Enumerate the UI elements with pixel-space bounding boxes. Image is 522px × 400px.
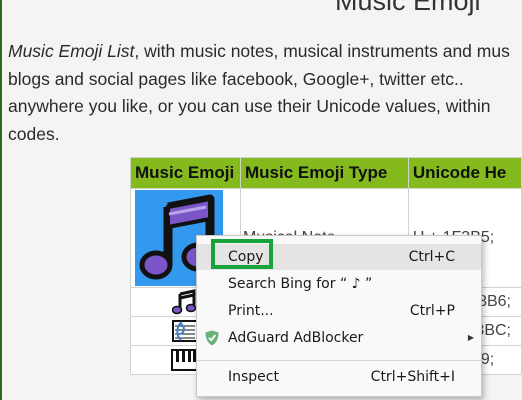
intro-line-2: blogs and social pages like facebook, Go… [8,68,464,89]
intro-emphasis: Music Emoji List [8,41,135,61]
intro-line-1: Music Emoji List, with music notes, musi… [8,41,510,61]
header-unicode: Unicode He [407,157,522,189]
page-title: Music Emoji [335,0,481,16]
intro-line-4: codes. [8,123,60,144]
menu-item-shortcut: Ctrl+C [408,249,455,265]
intro-line-3: anywhere you like, or you can use their … [8,96,491,116]
menu-item-search-bing[interactable]: Search Bing for “ ♪ ” [197,271,481,297]
menu-item-shortcut: Ctrl+P [409,303,455,319]
header-music-emoji: Music Emoji [130,157,241,189]
menu-item-label: AdGuard AdBlocker [228,330,364,346]
submenu-arrow-icon: ▶ [467,333,474,342]
menu-item-print[interactable]: Print... Ctrl+P [197,298,481,324]
multiple-musical-notes-icon[interactable] [172,289,198,315]
menu-item-adguard[interactable]: AdGuard AdBlocker ▶ [197,325,481,351]
header-emoji-type: Music Emoji Type [239,157,409,189]
copy-annotation-box [211,239,273,269]
menu-separator [197,360,481,361]
adguard-shield-icon [205,330,219,346]
menu-item-label: Print... [228,303,274,319]
musical-score-icon[interactable] [172,318,199,344]
menu-item-inspect[interactable]: Inspect Ctrl+Shift+I [197,364,481,390]
menu-item-shortcut: Ctrl+Shift+I [370,369,455,385]
table-header-row: Music Emoji Music Emoji Type Unicode He [130,157,522,189]
intro-paragraph: Music Emoji List, with music notes, musi… [8,38,522,148]
menu-item-label: Search Bing for “ ♪ ” [228,276,373,292]
menu-item-label: Inspect [228,369,279,385]
